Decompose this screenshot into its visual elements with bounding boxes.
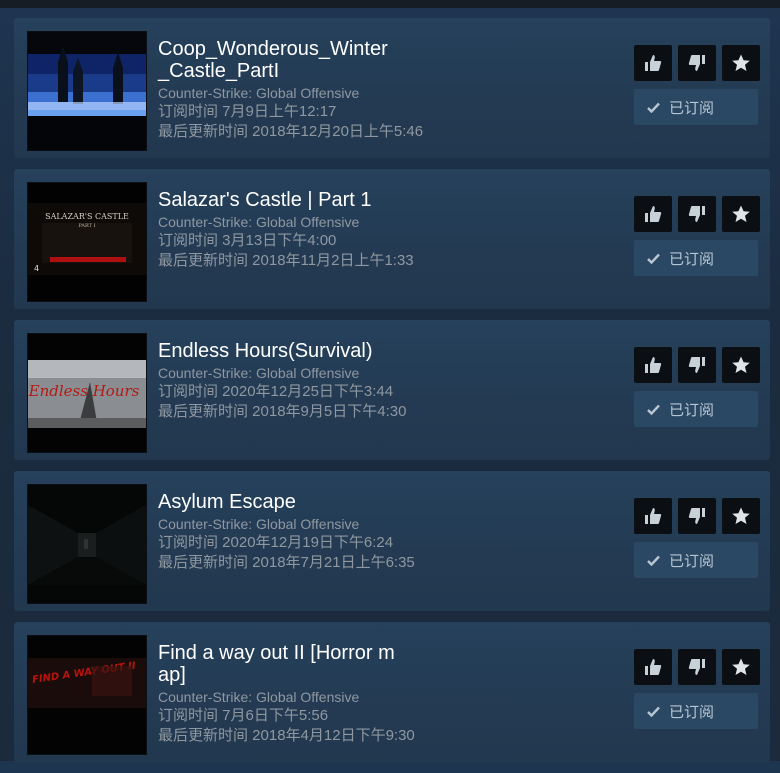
favorite-button[interactable] — [722, 196, 760, 232]
item-subscribed-time: 订阅时间 3月13日下午4:00 — [158, 232, 337, 249]
vote-down-button[interactable] — [678, 45, 716, 81]
checkmark-icon — [647, 404, 660, 415]
item-updated-time: 最后更新时间 2018年7月21日上午6:35 — [158, 554, 415, 571]
vote-down-button[interactable] — [678, 196, 716, 232]
vote-down-button[interactable] — [678, 347, 716, 383]
star-icon — [732, 205, 750, 222]
vote-up-button[interactable] — [634, 649, 672, 685]
subscribed-button[interactable]: 已订阅 — [634, 89, 758, 125]
salazar-castle-thumbnail: SALAZAR'S CASTLE PART I 4 — [28, 183, 146, 301]
star-icon — [732, 507, 750, 524]
vote-up-button[interactable] — [634, 45, 672, 81]
item-title[interactable]: Find a way out II [Horror map] — [158, 642, 398, 686]
favorite-button[interactable] — [722, 45, 760, 81]
item-thumbnail[interactable]: FIND A WAY OUT II — [27, 635, 147, 755]
item-game: Counter-Strike: Global Offensive — [158, 516, 360, 532]
thumb-tag: 4 — [34, 264, 39, 273]
subscribed-label: 已订阅 — [669, 250, 715, 268]
item-title[interactable]: Endless Hours(Survival) — [158, 340, 478, 362]
favorite-button[interactable] — [722, 347, 760, 383]
vote-up-button[interactable] — [634, 498, 672, 534]
item-updated-time: 最后更新时间 2018年11月2日上午1:33 — [158, 252, 414, 269]
checkmark-icon — [647, 253, 660, 264]
vote-down-button[interactable] — [678, 649, 716, 685]
thumbs-down-icon — [688, 659, 705, 675]
subscribed-label: 已订阅 — [669, 99, 715, 117]
item-updated-time: 最后更新时间 2018年12月20日上午5:46 — [158, 123, 424, 140]
item-actions: 已订阅 — [634, 45, 760, 125]
list-item: FIND A WAY OUT II Find a way out II [Hor… — [14, 622, 770, 762]
list-item: Endless Hours Endless Hours(Survival) Co… — [14, 320, 770, 460]
item-updated-time: 最后更新时间 2018年9月5日下午4:30 — [158, 403, 407, 420]
checkmark-icon — [647, 102, 660, 113]
subscribed-label: 已订阅 — [669, 401, 715, 419]
checkmark-icon — [647, 706, 660, 717]
item-thumbnail[interactable]: SALAZAR'S CASTLE PART I 4 — [27, 182, 147, 302]
item-actions: 已订阅 — [634, 347, 760, 427]
find-a-way-out-thumbnail: FIND A WAY OUT II — [28, 636, 146, 754]
star-icon — [732, 356, 750, 373]
subscribed-button[interactable]: 已订阅 — [634, 542, 758, 578]
item-subscribed-time: 订阅时间 2020年12月25日下午3:44 — [158, 383, 394, 400]
item-title[interactable]: Coop_Wonderous_Winter_Castle_PartI — [158, 38, 398, 82]
item-actions: 已订阅 — [634, 196, 760, 276]
thumb-title: SALAZAR'S CASTLE — [45, 212, 129, 221]
checkmark-icon — [647, 555, 660, 566]
thumb-title: Endless Hours — [28, 382, 140, 400]
item-updated-time: 最后更新时间 2018年4月12日下午9:30 — [158, 727, 415, 744]
list-item: Asylum Escape Counter-Strike: Global Off… — [14, 471, 770, 611]
item-game: Counter-Strike: Global Offensive — [158, 85, 360, 101]
favorite-button[interactable] — [722, 649, 760, 685]
winter-castle-thumbnail — [28, 32, 146, 150]
item-game: Counter-Strike: Global Offensive — [158, 365, 360, 381]
thumbs-down-icon — [688, 357, 705, 373]
subscribed-label: 已订阅 — [669, 552, 715, 570]
thumbs-up-icon — [645, 659, 662, 675]
item-game: Counter-Strike: Global Offensive — [158, 689, 360, 705]
item-game: Counter-Strike: Global Offensive — [158, 214, 360, 230]
star-icon — [732, 54, 750, 71]
thumbs-down-icon — [688, 508, 705, 524]
vote-down-button[interactable] — [678, 498, 716, 534]
thumbs-down-icon — [688, 206, 705, 222]
item-subscribed-time: 订阅时间 7月6日下午5:56 — [158, 707, 329, 724]
vote-up-button[interactable] — [634, 347, 672, 383]
item-thumbnail[interactable] — [27, 484, 147, 604]
thumbs-up-icon — [645, 55, 662, 71]
favorite-button[interactable] — [722, 498, 760, 534]
list-item: Coop_Wonderous_Winter_Castle_PartI Count… — [14, 18, 770, 158]
subscription-list: Coop_Wonderous_Winter_Castle_PartI Count… — [14, 18, 770, 773]
item-subscribed-time: 订阅时间 7月9日上午12:17 — [158, 103, 337, 120]
item-subscribed-time: 订阅时间 2020年12月19日下午6:24 — [158, 534, 394, 551]
subscribed-button[interactable]: 已订阅 — [634, 240, 758, 276]
list-item: SALAZAR'S CASTLE PART I 4 Salazar's Cast… — [14, 169, 770, 309]
endless-hours-thumbnail: Endless Hours — [28, 334, 146, 452]
item-actions: 已订阅 — [634, 498, 760, 578]
subscribed-button[interactable]: 已订阅 — [634, 391, 758, 427]
thumbs-up-icon — [645, 357, 662, 373]
item-title[interactable]: Salazar's Castle | Part 1 — [158, 189, 478, 211]
thumb-subtitle: PART I — [78, 223, 95, 229]
item-title[interactable]: Asylum Escape — [158, 491, 478, 513]
subscribed-label: 已订阅 — [669, 703, 715, 721]
vote-up-button[interactable] — [634, 196, 672, 232]
thumbs-up-icon — [645, 206, 662, 222]
thumbs-down-icon — [688, 55, 705, 71]
thumbs-up-icon — [645, 508, 662, 524]
item-actions: 已订阅 — [634, 649, 760, 729]
subscribed-button[interactable]: 已订阅 — [634, 693, 758, 729]
star-icon — [732, 658, 750, 675]
item-thumbnail[interactable] — [27, 31, 147, 151]
item-thumbnail[interactable]: Endless Hours — [27, 333, 147, 453]
top-divider — [0, 0, 780, 8]
asylum-escape-thumbnail — [28, 485, 146, 603]
